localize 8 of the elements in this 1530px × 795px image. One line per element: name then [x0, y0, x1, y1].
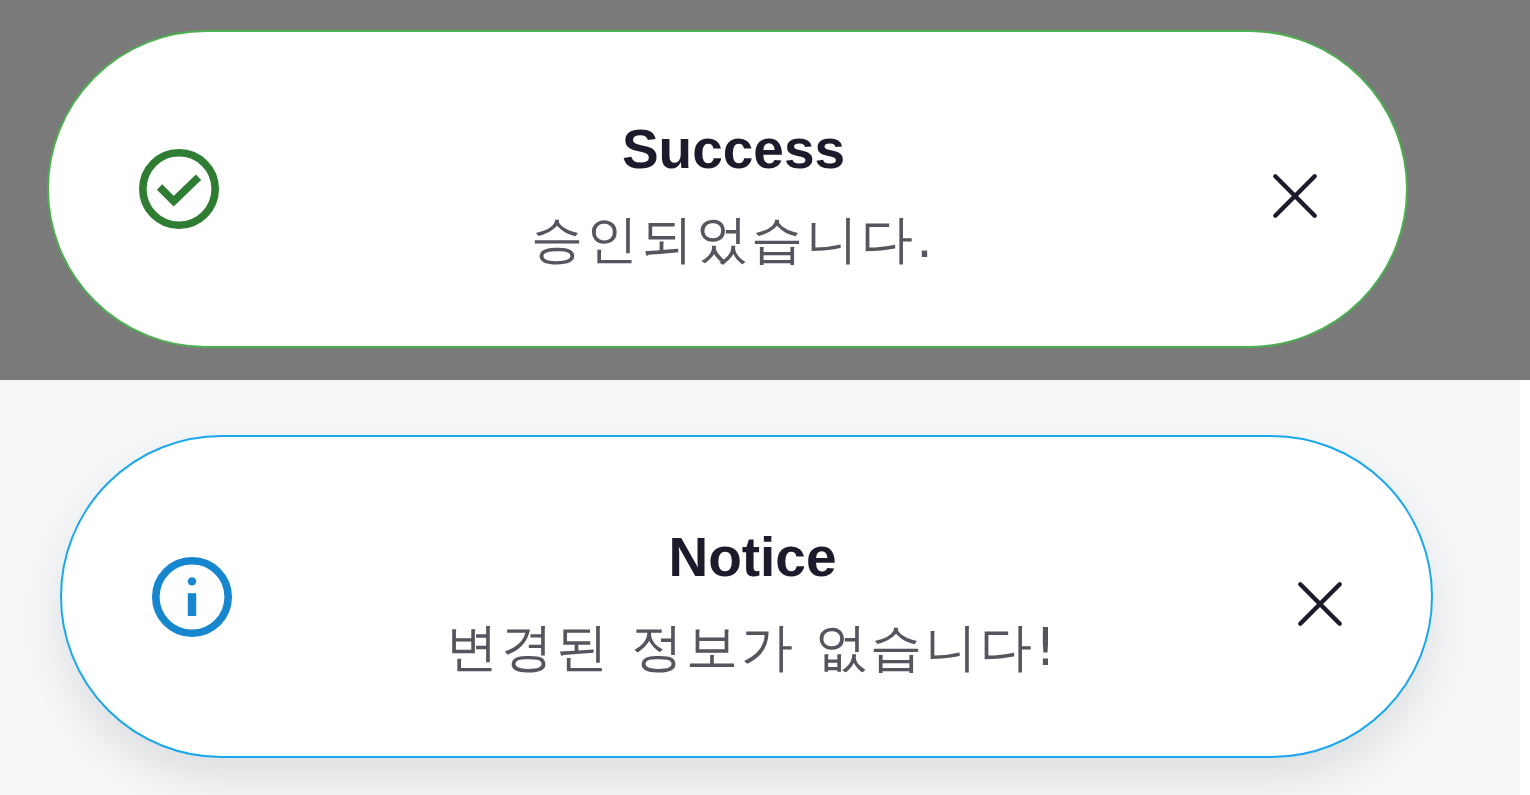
close-icon	[1272, 173, 1318, 219]
toast-message: 승인되었습니다.	[531, 208, 936, 271]
toast-message: 변경된 정보가 없습니다!	[446, 615, 1059, 679]
toast-title: Notice	[668, 524, 837, 589]
close-icon	[1297, 580, 1343, 627]
check-circle-icon	[139, 149, 219, 229]
info-icon	[152, 556, 232, 637]
toast-title: Success	[621, 117, 846, 181]
